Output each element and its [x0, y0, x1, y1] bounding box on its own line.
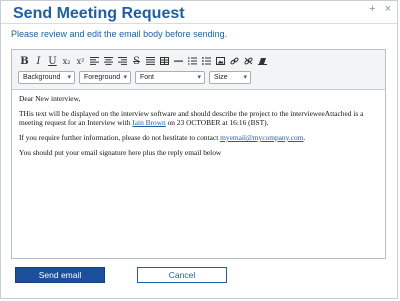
justify-icon[interactable]	[144, 54, 157, 68]
foreground-color-select[interactable]: Foreground ▾	[79, 71, 131, 84]
window-controls: + ×	[363, 3, 391, 15]
toolbar-row-selects: Background ▾ Foreground ▾ Font ▾ Size ▾	[18, 71, 255, 84]
align-right-icon[interactable]	[116, 54, 129, 68]
italic-button[interactable]: I	[32, 54, 45, 68]
dialog-title: Send Meeting Request	[13, 5, 185, 22]
bullet-list-icon[interactable]	[200, 54, 213, 68]
chevron-down-icon: ▾	[67, 74, 71, 81]
unlink-icon[interactable]	[242, 54, 255, 68]
numbered-list-icon[interactable]	[186, 54, 199, 68]
interviewer-link[interactable]: Iain Brown	[132, 118, 165, 127]
email-greeting: Dear New interview,	[19, 94, 81, 103]
contact-end: .	[303, 133, 306, 142]
email-paragraph-contact: If you require further information, plea…	[19, 133, 378, 142]
subscript-button[interactable]: x₂	[60, 54, 73, 68]
font-size-select[interactable]: Size ▾	[209, 71, 251, 84]
underline-button[interactable]: U	[46, 54, 59, 68]
chevron-down-icon: ▾	[123, 74, 127, 81]
link-icon[interactable]	[228, 54, 241, 68]
horizontal-rule-icon[interactable]	[172, 54, 185, 68]
editor-toolbar: B I U x₂ x² S Background ▾ Foreground ▾ …	[12, 50, 385, 90]
meeting-date-text: on 23 OCTOBER at 16:16 (BST).	[165, 118, 269, 127]
cancel-button[interactable]: Cancel	[137, 267, 227, 283]
contact-text: If you require further information, plea…	[19, 133, 221, 142]
font-family-select[interactable]: Font ▾	[135, 71, 205, 84]
dialog-instructions: Please review and edit the email body be…	[11, 29, 228, 39]
close-icon[interactable]: ×	[385, 3, 391, 15]
superscript-button[interactable]: x²	[74, 54, 87, 68]
email-paragraph-signature: You should put your email signature here…	[19, 148, 222, 157]
background-color-select[interactable]: Background ▾	[18, 71, 75, 84]
send-email-button[interactable]: Send email	[15, 267, 105, 283]
table-icon[interactable]	[158, 54, 171, 68]
pin-icon[interactable]: +	[369, 3, 375, 15]
email-body-content[interactable]: Dear New interview, THis text will be di…	[19, 94, 378, 163]
contact-email-link[interactable]: myemail@mycompany.com	[220, 133, 303, 142]
toolbar-row-formatting: B I U x₂ x² S	[18, 53, 270, 69]
clear-formatting-icon[interactable]	[256, 54, 269, 68]
background-select-value: Background	[23, 74, 61, 81]
size-select-value: Size	[214, 74, 228, 81]
font-select-value: Font	[140, 74, 155, 81]
send-meeting-request-dialog: Send Meeting Request + × Please review a…	[0, 0, 398, 299]
align-center-icon[interactable]	[102, 54, 115, 68]
image-icon[interactable]	[214, 54, 227, 68]
foreground-select-value: Foreground	[84, 74, 121, 81]
email-paragraph-intro: THis text will be displayed on the inter…	[19, 109, 378, 127]
strikethrough-button[interactable]: S	[130, 54, 143, 68]
bold-button[interactable]: B	[18, 54, 31, 68]
chevron-down-icon: ▾	[243, 74, 247, 81]
rich-text-editor: B I U x₂ x² S Background ▾ Foreground ▾ …	[11, 49, 386, 259]
title-divider	[1, 23, 397, 24]
align-left-icon[interactable]	[88, 54, 101, 68]
chevron-down-icon: ▾	[197, 74, 201, 81]
